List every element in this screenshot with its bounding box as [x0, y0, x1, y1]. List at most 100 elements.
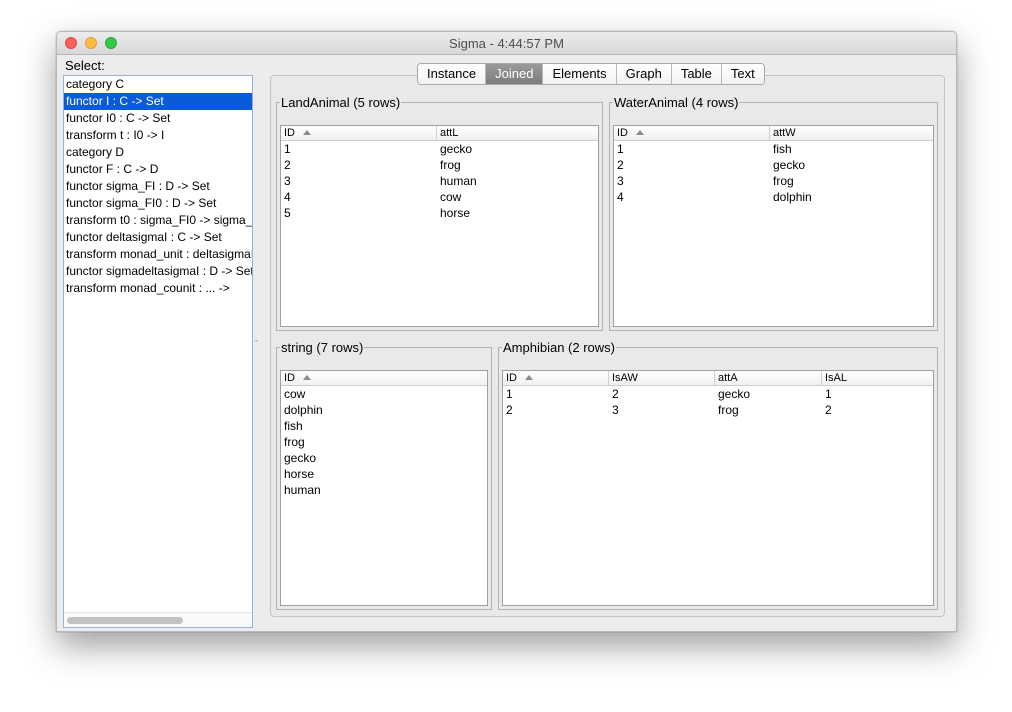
column-header[interactable]: attL: [437, 126, 592, 140]
tab-graph[interactable]: Graph: [616, 64, 672, 84]
table-row[interactable]: 2 frog: [281, 157, 598, 173]
list-item[interactable]: transform monad_counit : ... ->: [64, 280, 252, 297]
string-panel: string (7 rows) ID cow dolphin fish frog geck…: [276, 340, 492, 610]
table-cell: 3: [284, 174, 291, 188]
table-cell: human: [284, 483, 321, 497]
list-items: category Cfunctor I : C -> Set functor I0…: [64, 76, 252, 297]
list-item[interactable]: functor sigmadeltasigmaI : D -> Set: [64, 263, 252, 280]
split-pane-divider[interactable]: ˆ: [255, 339, 258, 349]
table-row[interactable]: 3 human: [281, 173, 598, 189]
land-animal-panel: LandAnimal (5 rows) ID attL 1 gecko 2 frog 3 hu…: [276, 95, 603, 331]
amphibian-panel: Amphibian (2 rows) ID IsAW attA IsAL 1 2 gecko…: [498, 340, 938, 610]
table-cell: 2: [284, 158, 291, 172]
table-cell: dolphin: [284, 403, 323, 417]
column-header[interactable]: ID: [281, 371, 485, 385]
table-cell: gecko: [440, 142, 473, 156]
table-cell: 3: [617, 174, 624, 188]
list-item[interactable]: transform monad_unit : deltasigmaI: [64, 246, 252, 263]
column-header-label: attL: [440, 127, 459, 139]
table-row[interactable]: 4 dolphin: [614, 189, 933, 205]
tab-joined[interactable]: Joined: [486, 64, 544, 84]
table-cell: 3: [612, 403, 619, 417]
tab-instance[interactable]: Instance: [418, 64, 487, 84]
table-cell: fish: [773, 142, 792, 156]
tab-text[interactable]: Text: [721, 64, 764, 84]
table-cell: 2: [612, 387, 619, 401]
amphibian-table[interactable]: ID IsAW attA IsAL 1 2 gecko 1 2 3 frog 2: [502, 370, 934, 606]
table-row[interactable]: 1 gecko: [281, 141, 598, 157]
table-row[interactable]: 2 3 frog 2: [503, 402, 933, 418]
list-item[interactable]: transform t : I0 -> I: [64, 127, 252, 144]
table-cell: cow: [440, 190, 462, 204]
table-row[interactable]: dolphin: [281, 402, 487, 418]
column-header-label: ID: [284, 127, 295, 139]
table-row[interactable]: frog: [281, 434, 487, 450]
list-item[interactable]: transform t0 : sigma_FI0 -> sigma_FI: [64, 212, 252, 229]
table-row[interactable]: 5 horse: [281, 205, 598, 221]
table-cell: 4: [284, 190, 291, 204]
table-header: ID attW: [614, 126, 933, 141]
column-header-label: ID: [284, 372, 295, 384]
table-cell: 2: [825, 403, 832, 417]
list-item[interactable]: functor I : C -> Set: [64, 93, 252, 110]
table-cell: 4: [617, 190, 624, 204]
scrollbar-thumb[interactable]: [67, 617, 183, 624]
column-header[interactable]: ID: [503, 371, 609, 385]
column-header-label: attW: [773, 127, 796, 139]
definitions-list[interactable]: category Cfunctor I : C -> Set functor I0…: [63, 75, 253, 628]
land-animal-legend: LandAnimal (5 rows): [281, 95, 401, 110]
table-row[interactable]: 1 fish: [614, 141, 933, 157]
column-header[interactable]: IsAL: [822, 371, 929, 385]
sort-ascending-icon: [636, 130, 644, 135]
table-row[interactable]: 1 2 gecko 1: [503, 386, 933, 402]
view-tabs: Instance Joined Elements Graph Table Text: [417, 63, 765, 85]
column-header[interactable]: ID: [614, 126, 770, 140]
table-row[interactable]: fish: [281, 418, 487, 434]
sort-ascending-icon: [303, 375, 311, 380]
table-row[interactable]: human: [281, 482, 487, 498]
table-cell: frog: [284, 435, 305, 449]
column-header[interactable]: ID: [281, 126, 437, 140]
table-row[interactable]: 2 gecko: [614, 157, 933, 173]
select-label: Select:: [65, 58, 105, 73]
list-item[interactable]: functor deltasigmaI : C -> Set: [64, 229, 252, 246]
table-row[interactable]: 4 cow: [281, 189, 598, 205]
list-item[interactable]: category D: [64, 144, 252, 161]
table-header: ID IsAW attA IsAL: [503, 371, 933, 386]
string-table[interactable]: ID cow dolphin fish frog gecko horse human: [280, 370, 488, 606]
window-title: Sigma - 4:44:57 PM: [449, 36, 564, 51]
table-cell: human: [440, 174, 477, 188]
water-animal-panel: WaterAnimal (4 rows) ID attW 1 fish 2 gecko 3 f…: [609, 95, 938, 331]
table-cell: dolphin: [773, 190, 812, 204]
sort-ascending-icon: [525, 375, 533, 380]
column-header[interactable]: attW: [770, 126, 927, 140]
list-item[interactable]: functor sigma_FI0 : D -> Set: [64, 195, 252, 212]
tab-elements[interactable]: Elements: [543, 64, 617, 84]
table-cell: 1: [617, 142, 624, 156]
table-cell: 2: [617, 158, 624, 172]
string-legend: string (7 rows): [281, 340, 364, 355]
table-cell: 1: [284, 142, 291, 156]
table-row[interactable]: horse: [281, 466, 487, 482]
table-row[interactable]: cow: [281, 386, 487, 402]
table-row[interactable]: 3 frog: [614, 173, 933, 189]
list-item[interactable]: functor sigma_FI : D -> Set: [64, 178, 252, 195]
column-header-label: IsAL: [825, 372, 848, 384]
table-cell: frog: [773, 174, 794, 188]
table-cell: gecko: [718, 387, 751, 401]
land-animal-table[interactable]: ID attL 1 gecko 2 frog 3 human 4 cow 5 horse: [280, 125, 599, 327]
list-item[interactable]: functor F : C -> D: [64, 161, 252, 178]
table-cell: fish: [284, 419, 303, 433]
table-cell: cow: [284, 387, 306, 401]
list-item[interactable]: functor I0 : C -> Set: [64, 110, 252, 127]
list-horizontal-scrollbar[interactable]: [64, 612, 252, 627]
sigma-window: Sigma - 4:44:57 PM Select: category Cfun…: [56, 31, 957, 632]
table-row[interactable]: gecko: [281, 450, 487, 466]
column-header[interactable]: attA: [715, 371, 822, 385]
tab-table[interactable]: Table: [671, 64, 722, 84]
column-header-label: ID: [617, 127, 628, 139]
water-animal-table[interactable]: ID attW 1 fish 2 gecko 3 frog 4 dolphin: [613, 125, 934, 327]
list-item[interactable]: category C: [64, 76, 252, 93]
title-bar: Sigma - 4:44:57 PM: [57, 32, 956, 55]
column-header[interactable]: IsAW: [609, 371, 715, 385]
